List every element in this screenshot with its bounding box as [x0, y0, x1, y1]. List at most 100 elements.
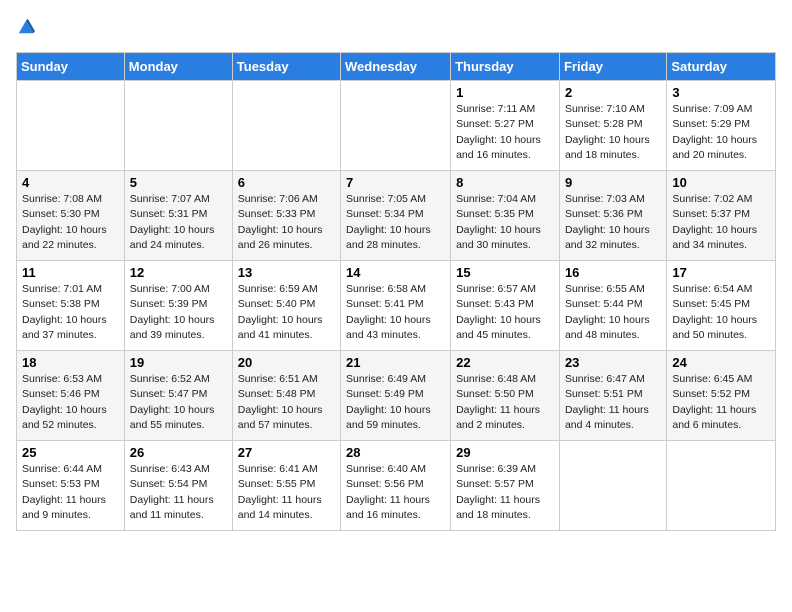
calendar-cell: 17 Sunrise: 6:54 AM Sunset: 5:45 PM Dayli… [667, 261, 776, 351]
calendar-cell [17, 81, 125, 171]
day-number: 14 [346, 265, 445, 280]
calendar-cell: 14 Sunrise: 6:58 AM Sunset: 5:41 PM Dayli… [341, 261, 451, 351]
day-info: Sunrise: 6:52 AM Sunset: 5:47 PM Dayligh… [130, 372, 227, 433]
weekday-header-saturday: Saturday [667, 53, 776, 81]
day-info: Sunrise: 6:39 AM Sunset: 5:57 PM Dayligh… [456, 462, 554, 523]
day-info: Sunrise: 6:51 AM Sunset: 5:48 PM Dayligh… [238, 372, 335, 433]
day-number: 27 [238, 445, 335, 460]
day-info: Sunrise: 7:05 AM Sunset: 5:34 PM Dayligh… [346, 192, 445, 253]
calendar-cell: 28Sunrise: 6:40 AM Sunset: 5:56 PM Dayli… [341, 441, 451, 531]
day-info: Sunrise: 7:04 AM Sunset: 5:35 PM Dayligh… [456, 192, 554, 253]
day-number: 24 [672, 355, 770, 370]
day-info: Sunrise: 6:44 AM Sunset: 5:53 PM Dayligh… [22, 462, 119, 523]
day-number: 19 [130, 355, 227, 370]
calendar-cell [559, 441, 666, 531]
calendar-cell: 12Sunrise: 7:00 AM Sunset: 5:39 PM Dayli… [124, 261, 232, 351]
logo-icon [17, 17, 35, 35]
day-number: 9 [565, 175, 661, 190]
day-info: Sunrise: 7:10 AM Sunset: 5:28 PM Dayligh… [565, 102, 661, 163]
day-info: Sunrise: 6:43 AM Sunset: 5:54 PM Dayligh… [130, 462, 227, 523]
calendar-cell: 22Sunrise: 6:48 AM Sunset: 5:50 PM Dayli… [451, 351, 560, 441]
day-info: Sunrise: 7:07 AM Sunset: 5:31 PM Dayligh… [130, 192, 227, 253]
day-number: 4 [22, 175, 119, 190]
day-number: 11 [22, 265, 119, 280]
weekday-header-tuesday: Tuesday [232, 53, 340, 81]
calendar-cell: 19 Sunrise: 6:52 AM Sunset: 5:47 PM Dayli… [124, 351, 232, 441]
day-info: Sunrise: 6:57 AM Sunset: 5:43 PM Dayligh… [456, 282, 554, 343]
calendar-cell: 16 Sunrise: 6:55 AM Sunset: 5:44 PM Dayli… [559, 261, 666, 351]
day-number: 6 [238, 175, 335, 190]
calendar-cell: 15 Sunrise: 6:57 AM Sunset: 5:43 PM Dayli… [451, 261, 560, 351]
weekday-header-friday: Friday [559, 53, 666, 81]
day-number: 28 [346, 445, 445, 460]
calendar-cell: 7 Sunrise: 7:05 AM Sunset: 5:34 PM Daylig… [341, 171, 451, 261]
day-number: 7 [346, 175, 445, 190]
day-info: Sunrise: 6:54 AM Sunset: 5:45 PM Dayligh… [672, 282, 770, 343]
day-info: Sunrise: 6:48 AM Sunset: 5:50 PM Dayligh… [456, 372, 554, 433]
day-number: 5 [130, 175, 227, 190]
day-number: 16 [565, 265, 661, 280]
calendar-week-row: 1 Sunrise: 7:11 AM Sunset: 5:27 PM Daylig… [17, 81, 776, 171]
day-number: 10 [672, 175, 770, 190]
calendar-cell: 1 Sunrise: 7:11 AM Sunset: 5:27 PM Daylig… [451, 81, 560, 171]
day-info: Sunrise: 6:58 AM Sunset: 5:41 PM Dayligh… [346, 282, 445, 343]
day-number: 1 [456, 85, 554, 100]
calendar-cell: 5 Sunrise: 7:07 AM Sunset: 5:31 PM Daylig… [124, 171, 232, 261]
logo [16, 16, 35, 40]
day-number: 17 [672, 265, 770, 280]
day-info: Sunrise: 6:53 AM Sunset: 5:46 PM Dayligh… [22, 372, 119, 433]
weekday-header-sunday: Sunday [17, 53, 125, 81]
day-info: Sunrise: 6:47 AM Sunset: 5:51 PM Dayligh… [565, 372, 661, 433]
day-number: 13 [238, 265, 335, 280]
calendar-cell: 6Sunrise: 7:06 AM Sunset: 5:33 PM Daylig… [232, 171, 340, 261]
day-info: Sunrise: 7:11 AM Sunset: 5:27 PM Dayligh… [456, 102, 554, 163]
calendar-cell: 11 Sunrise: 7:01 AM Sunset: 5:38 PM Dayli… [17, 261, 125, 351]
day-info: Sunrise: 7:02 AM Sunset: 5:37 PM Dayligh… [672, 192, 770, 253]
calendar-week-row: 4 Sunrise: 7:08 AM Sunset: 5:30 PM Daylig… [17, 171, 776, 261]
day-info: Sunrise: 6:41 AM Sunset: 5:55 PM Dayligh… [238, 462, 335, 523]
calendar-cell: 10 Sunrise: 7:02 AM Sunset: 5:37 PM Dayli… [667, 171, 776, 261]
day-number: 23 [565, 355, 661, 370]
day-number: 20 [238, 355, 335, 370]
calendar-cell: 3Sunrise: 7:09 AM Sunset: 5:29 PM Daylig… [667, 81, 776, 171]
weekday-header-thursday: Thursday [451, 53, 560, 81]
day-info: Sunrise: 6:49 AM Sunset: 5:49 PM Dayligh… [346, 372, 445, 433]
calendar-cell: 4 Sunrise: 7:08 AM Sunset: 5:30 PM Daylig… [17, 171, 125, 261]
day-info: Sunrise: 6:55 AM Sunset: 5:44 PM Dayligh… [565, 282, 661, 343]
calendar-cell: 20 Sunrise: 6:51 AM Sunset: 5:48 PM Dayli… [232, 351, 340, 441]
calendar-week-row: 25 Sunrise: 6:44 AM Sunset: 5:53 PM Dayli… [17, 441, 776, 531]
day-info: Sunrise: 7:01 AM Sunset: 5:38 PM Dayligh… [22, 282, 119, 343]
calendar-cell [232, 81, 340, 171]
calendar-cell [124, 81, 232, 171]
calendar-cell: 18 Sunrise: 6:53 AM Sunset: 5:46 PM Dayli… [17, 351, 125, 441]
calendar-cell: 9 Sunrise: 7:03 AM Sunset: 5:36 PM Daylig… [559, 171, 666, 261]
calendar-cell [341, 81, 451, 171]
day-number: 25 [22, 445, 119, 460]
day-info: Sunrise: 7:08 AM Sunset: 5:30 PM Dayligh… [22, 192, 119, 253]
calendar-cell: 24Sunrise: 6:45 AM Sunset: 5:52 PM Dayli… [667, 351, 776, 441]
calendar-table: SundayMondayTuesdayWednesdayThursdayFrid… [16, 52, 776, 531]
day-number: 21 [346, 355, 445, 370]
calendar-cell: 13 Sunrise: 6:59 AM Sunset: 5:40 PM Dayli… [232, 261, 340, 351]
day-number: 8 [456, 175, 554, 190]
calendar-cell: 26 Sunrise: 6:43 AM Sunset: 5:54 PM Dayli… [124, 441, 232, 531]
calendar-cell: 21 Sunrise: 6:49 AM Sunset: 5:49 PM Dayli… [341, 351, 451, 441]
weekday-header-monday: Monday [124, 53, 232, 81]
day-number: 12 [130, 265, 227, 280]
day-info: Sunrise: 6:59 AM Sunset: 5:40 PM Dayligh… [238, 282, 335, 343]
calendar-cell: 8 Sunrise: 7:04 AM Sunset: 5:35 PM Daylig… [451, 171, 560, 261]
day-number: 18 [22, 355, 119, 370]
day-info: Sunrise: 7:03 AM Sunset: 5:36 PM Dayligh… [565, 192, 661, 253]
day-number: 15 [456, 265, 554, 280]
day-number: 26 [130, 445, 227, 460]
calendar-cell: 25 Sunrise: 6:44 AM Sunset: 5:53 PM Dayli… [17, 441, 125, 531]
calendar-cell [667, 441, 776, 531]
calendar-cell: 23 Sunrise: 6:47 AM Sunset: 5:51 PM Dayli… [559, 351, 666, 441]
page-header [16, 16, 776, 40]
day-number: 3 [672, 85, 770, 100]
day-number: 2 [565, 85, 661, 100]
weekday-header-row: SundayMondayTuesdayWednesdayThursdayFrid… [17, 53, 776, 81]
day-number: 29 [456, 445, 554, 460]
weekday-header-wednesday: Wednesday [341, 53, 451, 81]
calendar-week-row: 11 Sunrise: 7:01 AM Sunset: 5:38 PM Dayli… [17, 261, 776, 351]
